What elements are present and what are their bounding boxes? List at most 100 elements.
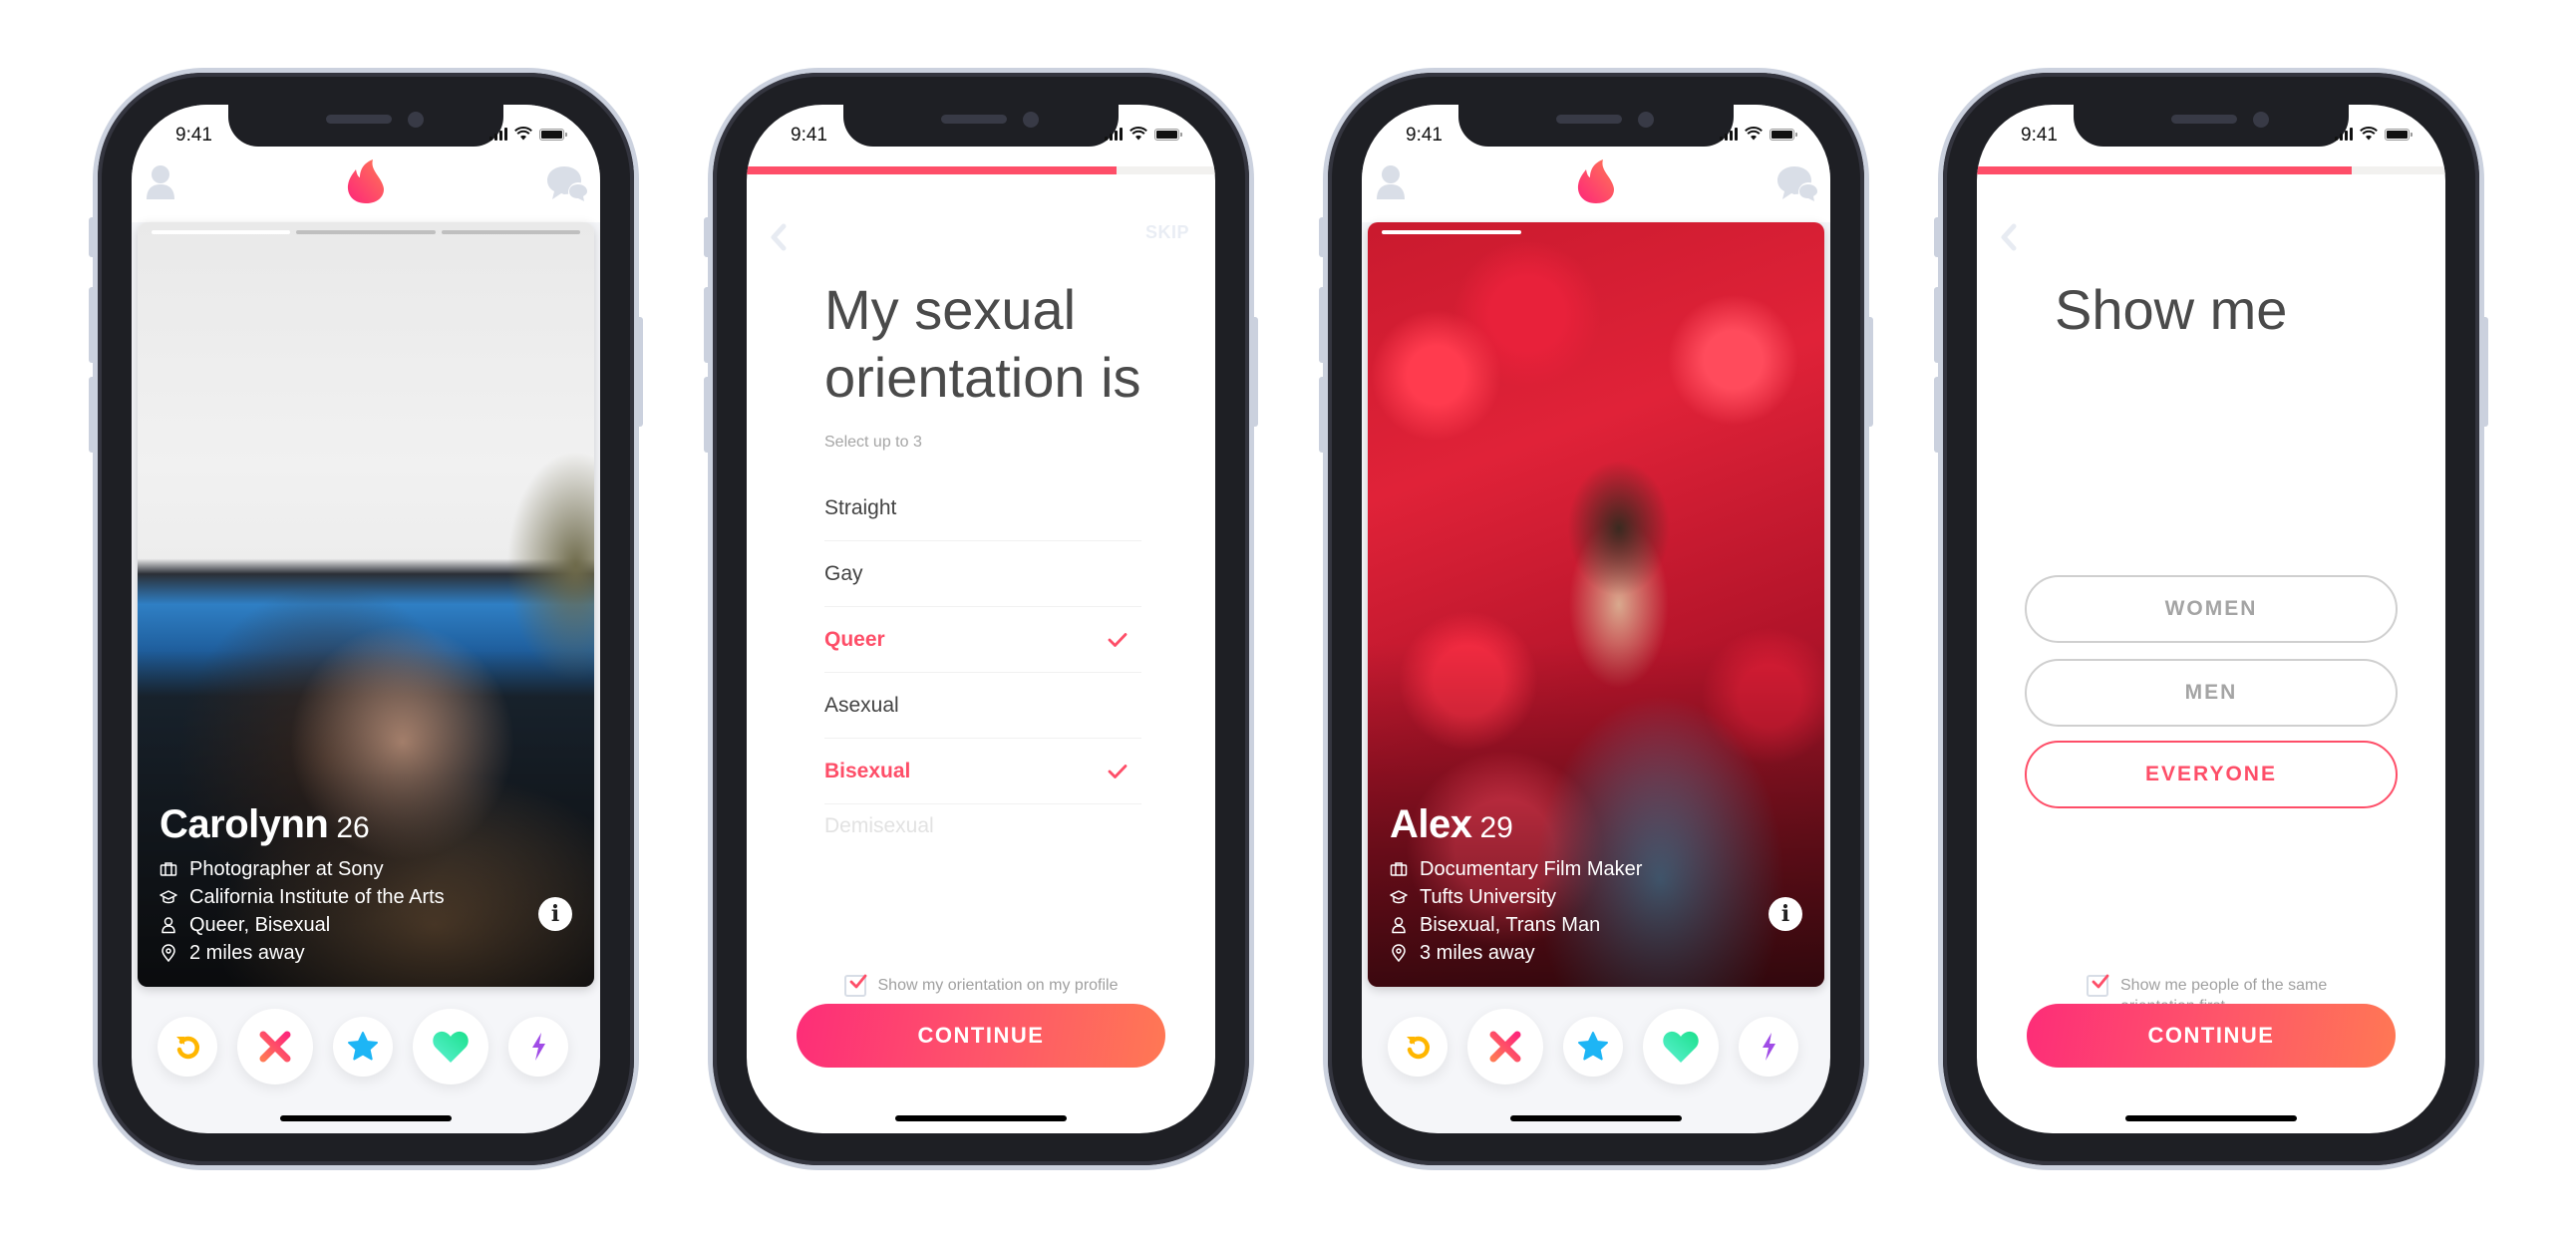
nope-button[interactable] (237, 1009, 313, 1084)
like-button[interactable] (413, 1009, 488, 1084)
profile-card[interactable]: Carolynn 26 Photographer at Sony Califor… (138, 222, 594, 987)
wifi-icon (514, 127, 532, 141)
home-indicator[interactable] (2125, 1115, 2297, 1121)
photo-indicator-segment[interactable] (296, 230, 436, 234)
job-text: Photographer at Sony (189, 858, 384, 880)
notch (1458, 105, 1734, 147)
profile-info: Alex 29 Documentary Film Maker Tufts Uni… (1390, 802, 1802, 967)
show-orientation-checkbox[interactable] (843, 974, 866, 997)
star-icon (1578, 1032, 1608, 1061)
orientation-text: Bisexual, Trans Man (1420, 914, 1601, 936)
home-indicator[interactable] (280, 1115, 452, 1121)
x-icon (259, 1031, 291, 1063)
mute-switch (704, 217, 710, 257)
profile-icon[interactable] (1376, 164, 1406, 200)
status-time: 9:41 (175, 125, 212, 146)
option-everyone[interactable]: EVERYONE (2025, 741, 2398, 808)
home-indicator[interactable] (895, 1115, 1067, 1121)
nope-button[interactable] (1467, 1009, 1543, 1084)
messages-icon[interactable] (1776, 164, 1820, 204)
profile-card[interactable]: Alex 29 Documentary Film Maker Tufts Uni… (1368, 222, 1824, 987)
page-title: Show me (2055, 278, 2288, 341)
profile-icon[interactable] (146, 164, 175, 200)
option-label: Gay (824, 561, 863, 585)
super-like-button[interactable] (1563, 1017, 1623, 1077)
continue-button[interactable]: CONTINUE (797, 1004, 1165, 1068)
app-header (1362, 156, 1830, 212)
lightning-icon (1763, 1033, 1775, 1061)
signal-icon (1720, 128, 1738, 141)
mute-switch (1934, 217, 1940, 257)
status-icons (1720, 127, 1797, 141)
info-button[interactable]: i (1769, 897, 1802, 931)
app-header (132, 156, 600, 212)
like-button[interactable] (1643, 1009, 1719, 1084)
option-women[interactable]: WOMEN (2025, 575, 2398, 643)
rewind-icon (176, 1036, 199, 1060)
power-button (637, 317, 643, 427)
orientation-options: Straight Gay Queer Asexual Bisexual Demi… (824, 475, 1141, 848)
battery-icon (2385, 129, 2413, 141)
back-chevron-icon[interactable] (1999, 222, 2019, 252)
orientation-text: Queer, Bisexual (189, 914, 331, 936)
tinder-flame-icon[interactable] (346, 158, 386, 204)
continue-button[interactable]: CONTINUE (2027, 1004, 2396, 1068)
skip-button[interactable]: SKIP (1145, 222, 1189, 243)
profile-info: Carolynn 26 Photographer at Sony Califor… (160, 802, 572, 967)
photo-indicator-segment[interactable] (441, 230, 580, 234)
option-queer[interactable]: Queer (824, 607, 1141, 673)
back-chevron-icon[interactable] (769, 222, 789, 252)
boost-button[interactable] (508, 1017, 568, 1077)
photo-indicator (1382, 230, 1810, 234)
checkmark-icon (1108, 632, 1127, 647)
same-orientation-checkbox[interactable] (2087, 974, 2109, 997)
wifi-icon (1745, 127, 1763, 141)
home-indicator[interactable] (1510, 1115, 1682, 1121)
phone-frame-orientation: 9:41 SKIP My sexual orientation is Selec… (704, 68, 1258, 1170)
info-button[interactable]: i (538, 897, 572, 931)
boost-button[interactable] (1739, 1017, 1798, 1077)
checkmark-icon (849, 974, 866, 989)
rewind-icon (1407, 1036, 1430, 1060)
photo-indicator-segment[interactable] (152, 230, 291, 234)
location-pin-icon (1392, 944, 1406, 962)
show-orientation-checkbox-row[interactable]: Show my orientation on my profile (747, 974, 1215, 997)
rewind-button[interactable] (158, 1017, 217, 1077)
screen-profile-card: 9:41 Carolynn 26 Photographer at Sony Ca… (132, 105, 600, 1133)
page-title: My sexual orientation is (824, 278, 1141, 409)
super-like-button[interactable] (333, 1017, 393, 1077)
volume-down-button (89, 377, 95, 453)
heart-icon (433, 1031, 469, 1063)
power-button (1252, 317, 1258, 427)
onboarding-progress-bar (1977, 166, 2445, 174)
option-gay[interactable]: Gay (824, 541, 1141, 607)
graduation-cap-icon (160, 890, 177, 904)
school-text: Tufts University (1420, 886, 1557, 908)
star-icon (348, 1032, 378, 1061)
signal-icon (489, 128, 507, 141)
signal-icon (1105, 128, 1123, 141)
distance-text: 2 miles away (189, 942, 305, 964)
option-demisexual[interactable]: Demisexual (824, 804, 1141, 848)
distance-text: 3 miles away (1420, 942, 1535, 964)
battery-icon (539, 129, 567, 141)
rewind-button[interactable] (1388, 1017, 1448, 1077)
wifi-icon (2360, 127, 2378, 141)
x-icon (1489, 1031, 1521, 1063)
wifi-icon (1129, 127, 1147, 141)
tinder-flame-icon[interactable] (1576, 158, 1616, 204)
profile-name: Carolynn (160, 802, 329, 846)
volume-down-button (704, 377, 710, 453)
option-bisexual[interactable]: Bisexual (824, 739, 1141, 804)
photo-indicator-segment[interactable] (1382, 230, 1521, 234)
option-straight[interactable]: Straight (824, 475, 1141, 541)
school-row: California Institute of the Arts (160, 883, 572, 911)
notch (2074, 105, 2349, 147)
location-pin-icon (161, 944, 175, 962)
profile-age: 26 (336, 811, 370, 844)
power-button (1867, 317, 1873, 427)
option-men[interactable]: MEN (2025, 659, 2398, 727)
messages-icon[interactable] (546, 164, 590, 204)
screen-show-me: 9:41 Show me WOMEN MEN EVERYONE Show me … (1977, 105, 2445, 1133)
option-asexual[interactable]: Asexual (824, 673, 1141, 739)
